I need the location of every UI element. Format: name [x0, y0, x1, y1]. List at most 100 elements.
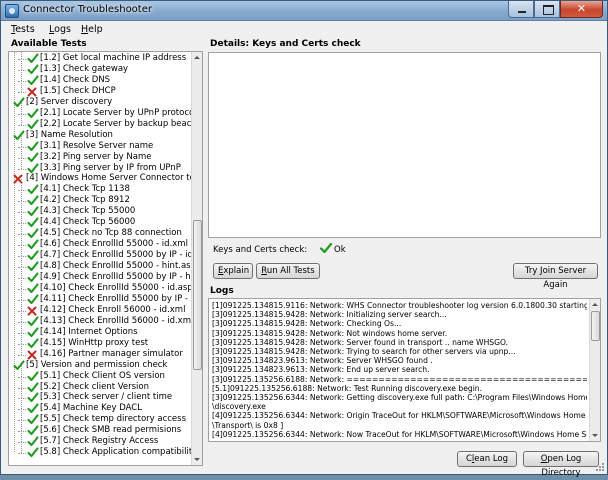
- tree-guide-line: [21, 310, 22, 322]
- log-line: [1]091225.134815.9116: Network: WHS Conn…: [212, 302, 587, 310]
- test-item-label: [4.13] Check EnrollId 56000 - id.xml: [40, 315, 194, 326]
- scroll-up-button[interactable]: [192, 52, 202, 63]
- test-item-label: [5.6] Check SMB read permisions: [40, 425, 182, 436]
- test-item-label: [4.1] Check Tcp 1138: [40, 184, 130, 195]
- check-icon: [27, 119, 39, 129]
- menu-tests[interactable]: Tests: [11, 24, 35, 35]
- available-tests-label: Available Tests: [11, 39, 87, 49]
- check-icon: [27, 162, 39, 173]
- tree-guide-line: [21, 234, 22, 246]
- test-item-label: [4.10] Check EnrollId 55000 - id.aspx: [40, 282, 198, 293]
- test-item-label: [4.14] Internet Options: [40, 326, 138, 337]
- log-line: [3]091225.134815.9428: Network: Initiali…: [212, 311, 447, 320]
- log-line: [5.1]091225.135256.6188: Network: Test R…: [212, 384, 483, 393]
- explain-button[interactable]: Explain: [213, 263, 253, 279]
- tree-branch-line: [18, 278, 26, 279]
- app-icon: [5, 4, 19, 18]
- cross-icon: [27, 350, 37, 360]
- test-item-label: [4.9] Check EnrollId 55000 by IP - hint.…: [40, 272, 202, 282]
- tree-guide-line: [21, 190, 22, 202]
- clean-log-label: ean Log: [474, 454, 509, 464]
- logs-label: Logs: [210, 286, 234, 296]
- check-icon: [27, 250, 39, 261]
- close-button[interactable]: ✕: [560, 1, 603, 18]
- test-item-label: [5.7] Check Registry Access: [40, 436, 159, 447]
- logs-panel[interactable]: [1]091225.134815.9116: Network: WHS Conn…: [208, 298, 601, 442]
- log-scroll-thumb[interactable]: [591, 311, 600, 341]
- log-line: \Transport\ is 0x8 ]: [212, 421, 284, 430]
- run-all-tests-button[interactable]: Run All Tests: [256, 263, 320, 279]
- check-icon: [27, 436, 39, 447]
- check-icon: [27, 316, 39, 326]
- scroll-down-icon: [194, 458, 200, 461]
- tree-guide-line: [21, 267, 22, 278]
- tree-branch-line: [18, 310, 26, 312]
- log-line: [3]091225.134815.9428: Network: Server f…: [212, 338, 509, 347]
- scroll-thumb[interactable]: [193, 220, 202, 370]
- test-item-label: [5.4] Machine Key DACL: [40, 403, 142, 414]
- logs-scrollbar[interactable]: [589, 299, 600, 441]
- tree-branch-line: [18, 354, 26, 356]
- resize-grip-icon[interactable]: [595, 462, 605, 472]
- log-scroll-up-button[interactable]: [590, 299, 600, 310]
- tree-guide-line: [21, 52, 22, 59]
- tests-tree[interactable]: [1.2] Get local machine IP address [1.3] …: [8, 51, 203, 466]
- maximize-button[interactable]: [534, 1, 560, 18]
- minimize-button[interactable]: [508, 1, 534, 18]
- menu-logs[interactable]: Logs: [49, 24, 71, 35]
- check-icon: [27, 338, 39, 348]
- tree-guide-line: [21, 135, 22, 147]
- tree-branch-line: [18, 332, 26, 334]
- log-line: [4]091225.135256.6344: Network: Origin T…: [212, 412, 587, 421]
- menu-bar: Tests Logs Help: [1, 21, 607, 38]
- log-line: \discovery.exe: [212, 403, 266, 412]
- test-item-label: [4.16] Partner manager simulator: [40, 348, 183, 359]
- tree-guide-line: [21, 223, 22, 235]
- scroll-down-button[interactable]: [192, 454, 202, 465]
- check-icon: [27, 217, 39, 228]
- open-log-directory-button[interactable]: Open Log Directory: [523, 451, 599, 478]
- title-bar[interactable]: Connector Troubleshooter ✕: [1, 1, 607, 21]
- clean-log-button[interactable]: Clean Log: [457, 451, 517, 467]
- tree-branch-line: [18, 376, 26, 378]
- tree-guide-line: [21, 58, 22, 70]
- details-panel: [208, 52, 601, 238]
- check-icon: [13, 360, 25, 370]
- tree-guide-line: [21, 245, 22, 257]
- tree-branch-line: [18, 267, 26, 269]
- check-icon: [27, 64, 39, 74]
- menu-help[interactable]: Help: [81, 24, 103, 35]
- tree-guide-line: [21, 102, 22, 114]
- test-item-label: [2.1] Locate Server by UPnP protocol: [40, 107, 197, 118]
- tree-guide-line: [14, 52, 15, 452]
- log-line: [3]091225.135256.6344: Network: Getting …: [212, 394, 587, 402]
- tree-guide-line: [21, 288, 22, 300]
- check-icon: [13, 97, 25, 107]
- tree-guide-line: [21, 256, 22, 268]
- tree-branch-line: [18, 453, 26, 455]
- test-item-label: [4.7] Check EnrollId 55000 by IP - id.xm…: [40, 250, 203, 261]
- log-scroll-down-button[interactable]: [590, 430, 600, 441]
- tree-branch-line: [18, 398, 26, 400]
- try-join-server-button[interactable]: Try Join Server Again: [513, 263, 598, 290]
- test-item-label: [4] Windows Home Server Connector test: [26, 173, 203, 184]
- tree-branch-line: [18, 256, 26, 258]
- tree-branch-line: [18, 234, 26, 236]
- check-ok-icon: [320, 242, 332, 254]
- test-item-label: [5] Version and permission check: [26, 359, 168, 370]
- tree-branch-line: [18, 124, 26, 126]
- tests-scrollbar[interactable]: [191, 52, 202, 465]
- test-item-label: [4.11] Check EnrollId 55000 by IP - id.a…: [40, 293, 202, 304]
- tree-branch-line: [18, 146, 26, 148]
- tree-guide-line: [21, 277, 22, 289]
- log-line: [4]091225.135256.6344: Network: Now Trac…: [212, 430, 587, 439]
- test-item-label: [5.8] Check Application compatibility: [40, 447, 198, 458]
- cross-icon: [27, 87, 37, 97]
- tree-branch-line: [18, 80, 26, 82]
- check-icon: [27, 261, 39, 272]
- main-window: Connector Troubleshooter ✕ Tests Logs He…: [0, 0, 608, 478]
- check-icon: [27, 53, 39, 64]
- check-icon: [27, 425, 39, 436]
- tree-branch-line: [18, 190, 26, 192]
- tree-branch-line: [18, 245, 26, 247]
